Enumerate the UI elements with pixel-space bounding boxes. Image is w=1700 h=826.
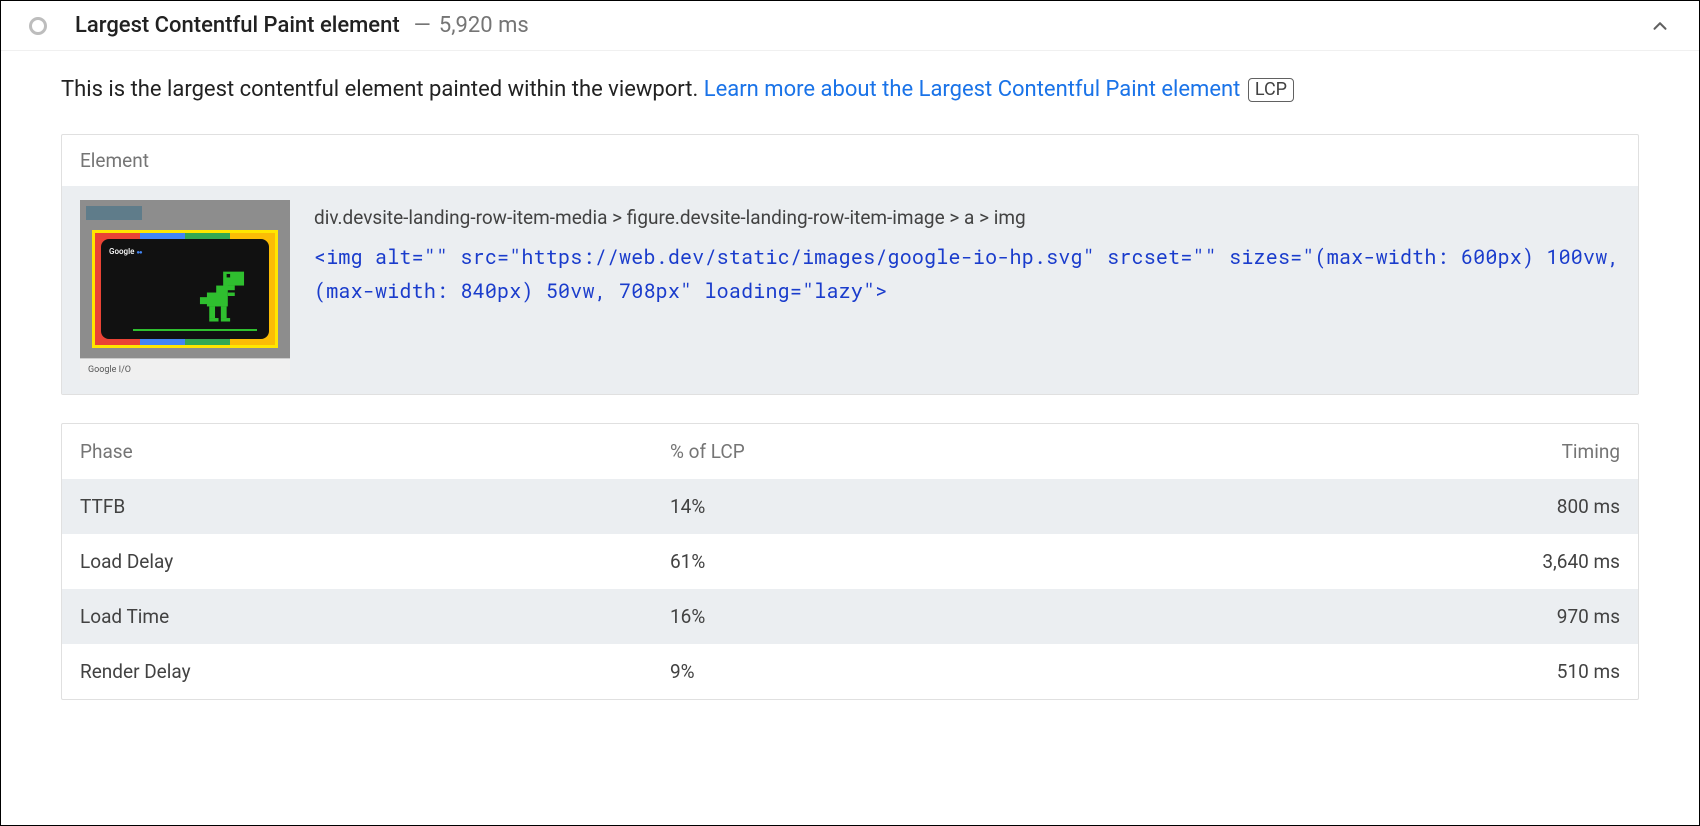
table-row: Render Delay 9% 510 ms <box>62 644 1638 699</box>
phase-timing: 3,640 ms <box>1420 550 1620 573</box>
audit-description: This is the largest contentful element p… <box>61 75 1639 106</box>
phase-pct: 16% <box>670 605 1420 628</box>
element-section: Element Google <box>61 134 1639 395</box>
audit-header[interactable]: Largest Contentful Paint element — 5,920… <box>1 1 1699 51</box>
audit-header-timing: 5,920 ms <box>439 13 529 38</box>
phase-name: Load Time <box>80 605 670 628</box>
phase-table: Phase % of LCP Timing TTFB 14% 800 ms Lo… <box>61 423 1639 700</box>
table-row: Load Delay 61% 3,640 ms <box>62 534 1638 589</box>
lcp-audit-panel: Largest Contentful Paint element — 5,920… <box>0 0 1700 826</box>
title-separator: — <box>414 13 431 38</box>
learn-more-link[interactable]: Learn more about the Largest Contentful … <box>704 77 1241 102</box>
status-circle-icon <box>29 17 47 35</box>
table-row: TTFB 14% 800 ms <box>62 479 1638 534</box>
phase-name: TTFB <box>80 495 670 518</box>
phase-timing: 510 ms <box>1420 660 1620 683</box>
phase-table-header: Phase % of LCP Timing <box>62 424 1638 479</box>
element-snippet: <img alt="" src="https://web.dev/static/… <box>314 240 1620 308</box>
description-text: This is the largest contentful element p… <box>61 77 704 102</box>
element-thumbnail[interactable]: Google <box>80 200 290 380</box>
element-selector: div.devsite-landing-row-item-media > fig… <box>314 202 1620 234</box>
col-header-phase: Phase <box>80 440 670 463</box>
element-section-header: Element <box>62 135 1638 186</box>
phase-pct: 9% <box>670 660 1420 683</box>
table-row: Load Time 16% 970 ms <box>62 589 1638 644</box>
phase-pct: 61% <box>670 550 1420 573</box>
thumbnail-logo: Google <box>109 247 142 256</box>
thumbnail-caption: Google I/O <box>80 358 290 380</box>
dino-icon <box>193 267 251 329</box>
element-row: Google <box>62 186 1638 394</box>
phase-timing: 970 ms <box>1420 605 1620 628</box>
phase-name: Render Delay <box>80 660 670 683</box>
element-details: div.devsite-landing-row-item-media > fig… <box>314 200 1620 380</box>
audit-body: This is the largest contentful element p… <box>1 51 1699 720</box>
lcp-badge: LCP <box>1248 78 1294 102</box>
col-header-timing: Timing <box>1420 440 1620 463</box>
audit-title: Largest Contentful Paint element <box>75 13 400 38</box>
phase-name: Load Delay <box>80 550 670 573</box>
phase-pct: 14% <box>670 495 1420 518</box>
col-header-pct: % of LCP <box>670 440 1420 463</box>
phase-timing: 800 ms <box>1420 495 1620 518</box>
chevron-up-icon[interactable] <box>1649 15 1671 37</box>
